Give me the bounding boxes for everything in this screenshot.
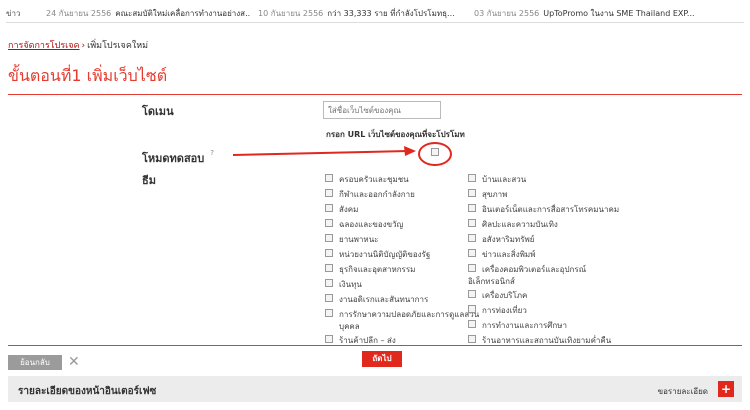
theme-checkbox[interactable] <box>325 204 333 212</box>
theme-checkbox[interactable] <box>325 249 333 257</box>
theme-checkbox[interactable] <box>325 189 333 197</box>
theme-checkbox[interactable] <box>325 279 333 287</box>
panel-title: รายละเอียดของหน้าอินเตอร์เฟซ <box>18 386 157 397</box>
theme-option-label: ครอบครัวและชุมชน <box>339 175 409 184</box>
theme-checkbox[interactable] <box>325 234 333 242</box>
theme-option-label: หน่วยงานนิติบัญญัติของรัฐ <box>339 250 431 259</box>
theme-checkbox[interactable] <box>325 309 333 317</box>
theme-checkbox[interactable] <box>468 249 476 257</box>
theme-checkbox[interactable] <box>325 219 333 227</box>
theme-checkbox[interactable] <box>468 219 476 227</box>
divider <box>8 345 742 346</box>
theme-option-label: บ้านและสวน <box>482 175 527 184</box>
theme-option-label-cont: อิเล็กทรอนิกส์ <box>468 277 515 286</box>
theme-option-label: ยานพาหนะ <box>339 235 379 244</box>
next-button[interactable]: ถัดไป <box>362 351 402 367</box>
theme-checkbox[interactable] <box>468 264 476 272</box>
theme-checkbox[interactable] <box>468 234 476 242</box>
back-button[interactable]: ย้อนกลับ <box>8 355 62 370</box>
theme-checkbox[interactable] <box>325 264 333 272</box>
theme-checkbox[interactable] <box>325 335 333 343</box>
theme-option-label: อินเตอร์เน็ตและการสื่อสารโทรคมนาคม <box>482 205 620 214</box>
theme-option-label: สุขภาพ <box>482 190 508 199</box>
theme-option-label: สังคม <box>339 205 359 214</box>
theme-option-label: การท่องเที่ยว <box>482 306 527 315</box>
theme-option-label: งานอดิเรกและสันทนาการ <box>339 295 429 304</box>
theme-checkbox[interactable] <box>468 290 476 298</box>
theme-checkbox[interactable] <box>468 174 476 182</box>
theme-checkbox[interactable] <box>325 294 333 302</box>
theme-checkbox[interactable] <box>468 204 476 212</box>
test-mode-checkbox[interactable] <box>431 148 439 156</box>
close-icon[interactable]: ✕ <box>68 354 80 370</box>
theme-option-label: ศิลปะและความบันเทิง <box>482 220 558 229</box>
theme-checkbox[interactable] <box>468 189 476 197</box>
theme-option-label: ฉลองและของขวัญ <box>339 220 404 229</box>
theme-label: ธีม <box>142 174 156 187</box>
theme-checkbox[interactable] <box>468 335 476 343</box>
theme-option-label: การรักษาความปลอดภัยและการดูแลส่วน <box>339 310 480 319</box>
theme-checkbox[interactable] <box>325 174 333 182</box>
annotation-arrow <box>232 146 416 156</box>
theme-option-label: เครื่องบริโภค <box>482 291 528 300</box>
theme-checkbox[interactable] <box>468 305 476 313</box>
theme-option-label: การทำงานและการศึกษา <box>482 321 567 330</box>
theme-option-label: เงินทุน <box>339 280 362 289</box>
plus-icon[interactable]: + <box>718 381 734 397</box>
theme-option-label: ข่าวและสิ่งพิมพ์ <box>482 250 536 259</box>
theme-option-label-cont: บุคคล <box>339 322 360 331</box>
theme-option-label: ธุรกิจและอุตสาหกรรม <box>339 265 416 274</box>
theme-checkbox[interactable] <box>468 320 476 328</box>
theme-option-label: อสังหาริมทรัพย์ <box>482 235 535 244</box>
theme-option-label: กีฬาและออกกำลังกาย <box>339 190 415 199</box>
interface-details-panel: รายละเอียดของหน้าอินเตอร์เฟซ ขอรายละเอีย… <box>8 376 742 402</box>
request-details-link[interactable]: ขอรายละเอียด <box>658 385 708 398</box>
